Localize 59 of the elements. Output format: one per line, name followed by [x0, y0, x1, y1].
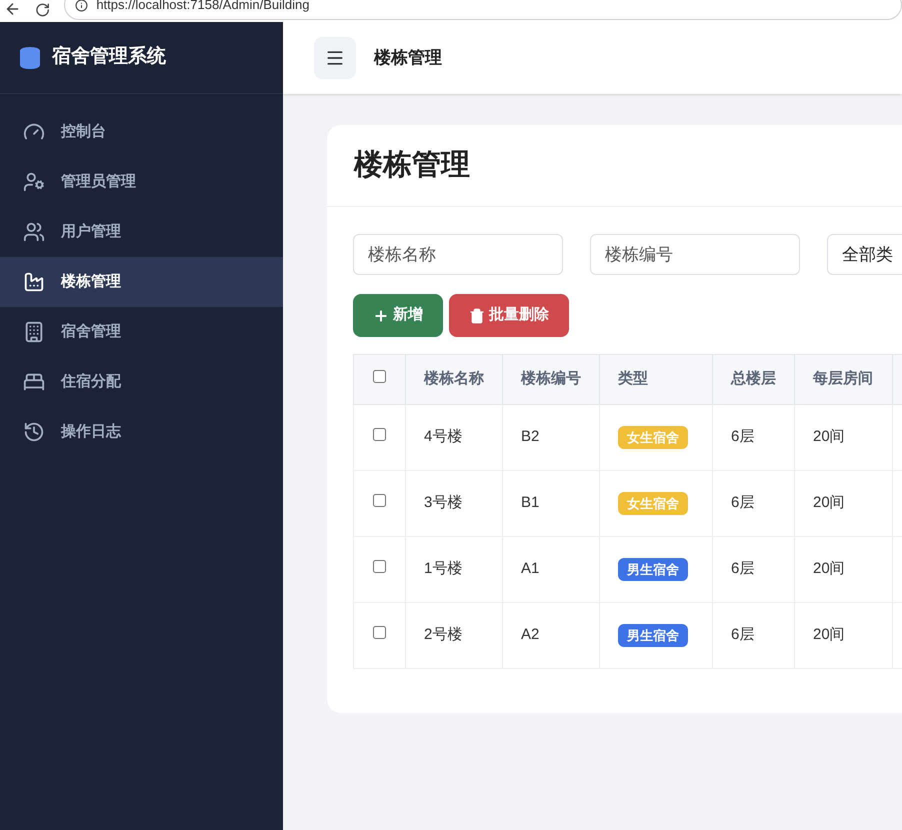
url-text: https://localhost:7158/Admin/Building	[96, 0, 310, 14]
table-cell: 6层	[712, 536, 794, 602]
table-cell: 20间	[794, 536, 892, 602]
bed-icon	[23, 371, 45, 393]
history-icon	[23, 421, 45, 443]
row-checkbox[interactable]	[373, 626, 386, 640]
header-title: 楼栋管理	[374, 47, 442, 70]
type-select[interactable]: 全部类	[827, 234, 902, 275]
table-cell: B2	[502, 404, 600, 470]
row-checkbox[interactable]	[373, 494, 386, 508]
search-field[interactable]: 楼栋编号	[590, 234, 800, 275]
sidebar-item[interactable]: 楼栋管理	[0, 257, 283, 307]
user-gear-icon	[23, 171, 45, 193]
table-cell: 2号楼	[406, 602, 502, 668]
sidebar-item[interactable]: 控制台	[0, 107, 283, 157]
reload-icon[interactable]	[35, 2, 50, 18]
select-all-checkbox[interactable]	[373, 370, 386, 384]
search-field[interactable]: 楼栋名称	[353, 234, 563, 275]
row-checkbox[interactable]	[373, 560, 386, 574]
batch-delete-button[interactable]: 批量删除	[449, 294, 569, 337]
sidebar-item[interactable]: 操作日志	[0, 407, 283, 457]
row-checkbox[interactable]	[373, 428, 386, 442]
trash-icon	[469, 308, 485, 324]
type-tag: 男生宿舍	[618, 624, 688, 648]
table-cell: 20间	[794, 404, 892, 470]
column-header: 楼栋名称	[406, 354, 502, 404]
sidebar-item[interactable]: 住宿分配	[0, 357, 283, 407]
sidebar-item[interactable]: 宿舍管理	[0, 307, 283, 357]
menu-button[interactable]	[314, 37, 356, 79]
users-icon	[23, 221, 45, 243]
type-tag: 女生宿舍	[618, 492, 688, 516]
table-cell: A1	[502, 536, 600, 602]
building-icon	[23, 321, 45, 343]
column-header: 楼栋编号	[502, 354, 600, 404]
page-title: 楼栋管理	[354, 148, 470, 183]
table-cell: B1	[502, 470, 600, 536]
table-cell: 6层	[712, 602, 794, 668]
table-cell: 20间	[794, 602, 892, 668]
table-cell: 20间	[794, 470, 892, 536]
table-cell: 6层	[712, 470, 794, 536]
database-icon	[18, 46, 42, 70]
add-button[interactable]: 新增	[353, 294, 443, 337]
type-tag: 男生宿舍	[618, 558, 688, 582]
column-header: 总楼层	[712, 354, 794, 404]
site-info-icon[interactable]	[75, 0, 88, 12]
table-cell: 1号楼	[406, 536, 502, 602]
sidebar-item[interactable]: 用户管理	[0, 207, 283, 257]
factory-icon	[23, 271, 45, 293]
table-cell: A2	[502, 602, 600, 668]
type-tag: 女生宿舍	[618, 426, 688, 450]
table-cell: 3号楼	[406, 470, 502, 536]
table-cell: 4号楼	[406, 404, 502, 470]
app-title: 宿舍管理系统	[52, 44, 166, 70]
table-cell: 6层	[712, 404, 794, 470]
sidebar-item[interactable]: 管理员管理	[0, 157, 283, 207]
plus-icon	[373, 308, 389, 324]
column-header: 每层房间	[794, 354, 892, 404]
address-field[interactable]: https://localhost:7158/Admin/Building	[64, 0, 902, 20]
column-header: 类型	[600, 354, 712, 404]
